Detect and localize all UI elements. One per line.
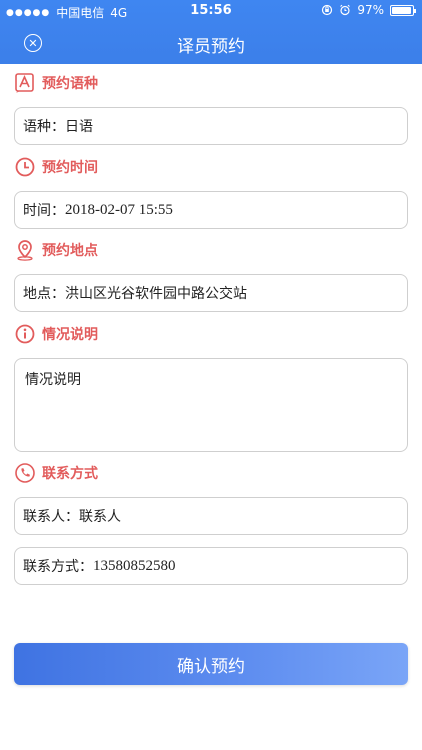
contact-phone-label: 联系方式： xyxy=(23,559,93,575)
section-time-title: 预约时间 xyxy=(42,160,98,176)
alarm-icon xyxy=(340,4,351,16)
language-field[interactable]: 语种：日语 xyxy=(14,107,408,145)
status-right: 97% xyxy=(321,3,416,17)
time-field[interactable]: 时间： 2018-02-07 15:55 xyxy=(14,191,408,229)
location-pin-icon xyxy=(17,240,33,261)
clock-icon xyxy=(15,157,35,177)
contact-person-field[interactable]: 联系人：联系人 xyxy=(14,497,408,535)
contact-person-text: 联系人：联系人 xyxy=(23,509,121,525)
location-field-text: 地点：洪山区光谷软件园中路公交站 xyxy=(23,286,247,302)
contact-phone-value: 13580852580 xyxy=(93,557,176,574)
phone-icon xyxy=(15,463,35,483)
time-field-value: 2018-02-07 15:55 xyxy=(65,201,173,218)
section-language-label: 预约语种 xyxy=(14,71,98,95)
info-icon xyxy=(15,324,35,344)
location-field[interactable]: 地点：洪山区光谷软件园中路公交站 xyxy=(14,274,408,312)
battery-icon xyxy=(390,4,416,16)
confirm-booking-button[interactable]: 确认预约 xyxy=(14,643,408,685)
section-location-title: 预约地点 xyxy=(42,243,98,259)
section-description-label: 情况说明 xyxy=(14,322,98,346)
nav-bar: ✕ 译员预约 xyxy=(0,22,422,64)
time-field-label: 时间： xyxy=(23,203,65,219)
confirm-booking-label: 确认预约 xyxy=(177,656,245,677)
rotation-lock-icon xyxy=(322,4,333,16)
app-header: ●●●●● 中国电信 4G 15:56 97% ✕ 译员预约 xyxy=(0,0,422,64)
battery-level-fill xyxy=(392,6,412,14)
language-a-icon xyxy=(15,73,34,93)
section-contact-title: 联系方式 xyxy=(42,466,98,482)
description-textarea[interactable]: 情况说明 xyxy=(14,358,408,452)
section-time-label: 预约时间 xyxy=(14,155,98,179)
section-description-title: 情况说明 xyxy=(42,327,98,343)
description-text: 情况说明 xyxy=(25,372,81,388)
battery-percent: 97% xyxy=(357,3,384,17)
status-bar: ●●●●● 中国电信 4G 15:56 97% xyxy=(0,0,422,22)
section-language-title: 预约语种 xyxy=(42,76,98,92)
section-contact-label: 联系方式 xyxy=(14,461,98,485)
page-title: 译员预约 xyxy=(177,37,245,57)
section-location-label: 预约地点 xyxy=(14,238,98,262)
contact-phone-field[interactable]: 联系方式： 13580852580 xyxy=(14,547,408,585)
language-field-text: 语种：日语 xyxy=(23,119,93,135)
